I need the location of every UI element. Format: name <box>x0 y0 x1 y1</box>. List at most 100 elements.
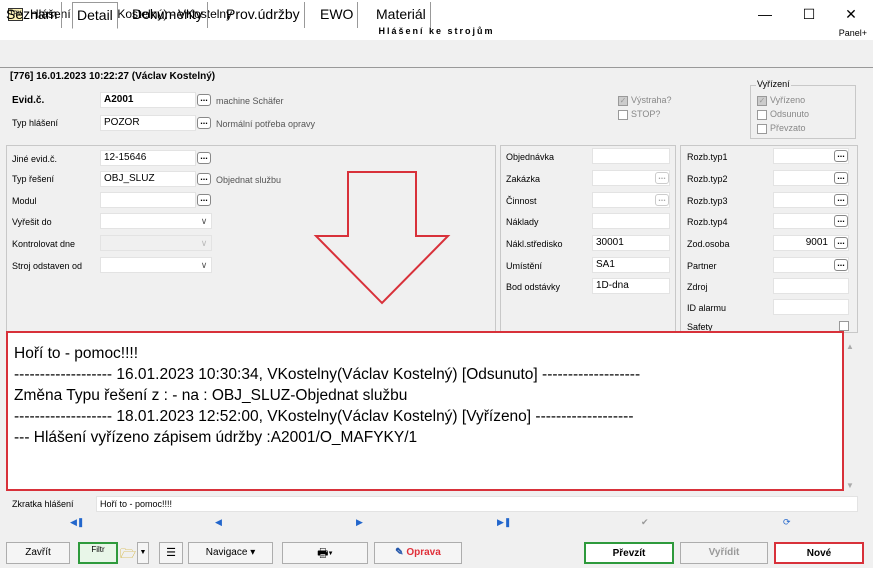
refresh-icon[interactable]: ⟳ <box>783 517 791 528</box>
filter-dropdown-icon[interactable]: ▼ <box>137 542 149 564</box>
memo-textarea[interactable]: Hoří to - pomoc!!!! ------------------- … <box>6 331 844 491</box>
rozb2-label: Rozb.typ2 <box>687 174 728 184</box>
kontrolovat-dne-input <box>100 235 212 251</box>
next-record-icon[interactable]: ▶ <box>356 517 363 528</box>
chevron-down-icon[interactable]: ∨ <box>197 258 211 272</box>
scroll-up-icon[interactable]: ▲ <box>846 342 854 351</box>
typ-hlaseni-label: Typ hlášení <box>12 118 59 128</box>
prev-record-icon[interactable]: ◀ <box>215 517 222 528</box>
close-form-button[interactable]: Zavřít <box>6 542 70 564</box>
oprava-button[interactable]: ✎ Oprava <box>374 542 462 564</box>
typ-hlaseni-note: Normální potřeba opravy <box>216 119 316 129</box>
rozb2-lookup-button[interactable]: ... <box>834 172 848 184</box>
stroj-odstaven-label: Stroj odstaven od <box>12 261 83 271</box>
id-alarmu-label: ID alarmu <box>687 303 727 313</box>
typ-reseni-label: Typ řešení <box>12 174 55 184</box>
typ-hlaseni-input[interactable]: POZOR <box>100 115 196 131</box>
oprava-label: Oprava <box>406 547 441 558</box>
naklady-input[interactable] <box>592 213 670 229</box>
typ-reseni-input[interactable]: OBJ_SLUZ <box>100 171 196 187</box>
prevzato-label: Převzato <box>770 123 806 133</box>
evid-lookup-button[interactable]: ... <box>197 94 211 106</box>
rozb1-lookup-button[interactable]: ... <box>834 150 848 162</box>
tab-prov-udrzby[interactable]: Prov.údržby <box>222 2 305 28</box>
rozb4-lookup-button[interactable]: ... <box>834 215 848 227</box>
odsunuto-checkbox[interactable] <box>757 110 767 120</box>
filter-button[interactable]: Filtr <box>78 542 118 564</box>
naklady-label: Náklady <box>506 217 539 227</box>
tab-bar <box>0 40 873 68</box>
navigation-label: Navigace <box>205 547 248 558</box>
tab-material[interactable]: Materiál <box>372 2 431 28</box>
modul-input[interactable] <box>100 192 196 208</box>
prevzit-button[interactable]: Převzít <box>584 542 674 564</box>
nove-button[interactable]: Nové <box>774 542 864 564</box>
arrow-down-icon <box>313 171 451 305</box>
vyridit-button: Vyřídit <box>680 542 768 564</box>
odsunuto-label: Odsunuto <box>770 109 810 119</box>
rozb3-label: Rozb.typ3 <box>687 196 728 206</box>
stop-checkbox[interactable] <box>618 110 628 120</box>
memo-line: Hoří to - pomoc!!!! <box>14 345 139 362</box>
last-record-icon[interactable]: ▶❚ <box>497 517 511 528</box>
tab-ewo[interactable]: EWO <box>316 2 359 28</box>
vyresit-do-input[interactable] <box>100 213 212 229</box>
jine-evid-input[interactable]: 12-15646 <box>100 150 196 166</box>
safety-checkbox[interactable] <box>839 321 849 331</box>
modul-label: Modul <box>12 196 37 206</box>
partner-lookup-button[interactable]: ... <box>834 259 848 271</box>
chevron-down-icon[interactable]: ∨ <box>197 214 211 228</box>
nakl-stredisko-input[interactable]: 30001 <box>592 235 670 251</box>
vyrizeno-checkbox[interactable]: ✓ <box>757 96 767 106</box>
jine-evid-lookup-button[interactable]: ... <box>197 152 211 164</box>
rozb3-lookup-button[interactable]: ... <box>834 194 848 206</box>
zkratka-input[interactable]: Hoří to - pomoc!!!! <box>96 496 858 512</box>
memo-line: Změna Typu řešení z : - na : OBJ_SLUZ-Ob… <box>14 387 408 404</box>
wrench-icon: ✎ <box>395 547 404 558</box>
bod-odstavky-label: Bod odstávky <box>506 282 561 292</box>
umisteni-input[interactable]: SA1 <box>592 257 670 273</box>
confirm-icon[interactable]: ✔ <box>641 517 649 528</box>
print-button[interactable]: 🖶▾ <box>282 542 368 564</box>
memo-line: ------------------- 18.01.2023 12:52:00,… <box>14 408 634 425</box>
evid-label: Evid.č. <box>12 95 45 106</box>
modul-lookup-button[interactable]: ... <box>197 194 211 206</box>
stop-label: STOP? <box>631 109 661 119</box>
zdroj-input[interactable] <box>773 278 849 294</box>
edit-list-icon[interactable]: ☰ <box>159 542 183 564</box>
tab-detail[interactable]: Detail <box>72 2 118 29</box>
memo-line: --- Hlášení vyřízeno zápisem údržby :A20… <box>14 429 418 446</box>
id-alarmu-input[interactable] <box>773 299 849 315</box>
scroll-down-icon[interactable]: ▼ <box>846 481 854 490</box>
typ-reseni-lookup-button[interactable]: ... <box>197 173 211 185</box>
page-banner: Hlášení ke strojům <box>378 26 495 36</box>
tab-dokumenty[interactable]: Dokumenty <box>128 2 208 28</box>
bod-odstavky-input[interactable]: 1D-dna <box>592 278 670 294</box>
cinnost-lookup-button: ... <box>655 194 669 206</box>
cinnost-label: Činnost <box>506 196 537 206</box>
memo-line: ------------------- 16.01.2023 10:30:34,… <box>14 366 641 383</box>
zod-osoba-lookup-button[interactable]: ... <box>834 237 848 249</box>
first-record-icon[interactable]: ◀❚ <box>70 517 84 528</box>
zdroj-label: Zdroj <box>687 282 708 292</box>
typ-reseni-note: Objednat službu <box>216 175 282 185</box>
navigation-menu-button[interactable]: Navigace ▾ <box>188 542 273 564</box>
zakazka-lookup-button: ... <box>655 172 669 184</box>
evid-note: machine Schäfer <box>216 96 284 106</box>
typ-hlaseni-lookup-button[interactable]: ... <box>197 117 211 129</box>
tab-seznam[interactable]: Seznam <box>2 2 63 28</box>
vyresit-do-label: Vyřešit do <box>12 217 52 227</box>
kontrolovat-dne-label: Kontrolovat dne <box>12 239 76 249</box>
jine-evid-label: Jiné evid.č. <box>12 154 58 164</box>
evid-input[interactable]: A2001 <box>100 92 196 108</box>
record-header: [776] 16.01.2023 10:22:27 (Václav Kostel… <box>10 71 216 82</box>
vyrizeni-title: Vyřízení <box>756 79 791 89</box>
folder-icon[interactable]: 🗁 <box>120 545 136 567</box>
panel-toggle[interactable]: Panel+ <box>839 28 867 38</box>
vystraha-checkbox[interactable]: ✓ <box>618 96 628 106</box>
objednavka-input[interactable] <box>592 148 670 164</box>
umisteni-label: Umístění <box>506 261 543 271</box>
partner-label: Partner <box>687 261 717 271</box>
prevzato-checkbox[interactable] <box>757 124 767 134</box>
stroj-odstaven-input[interactable] <box>100 257 212 273</box>
